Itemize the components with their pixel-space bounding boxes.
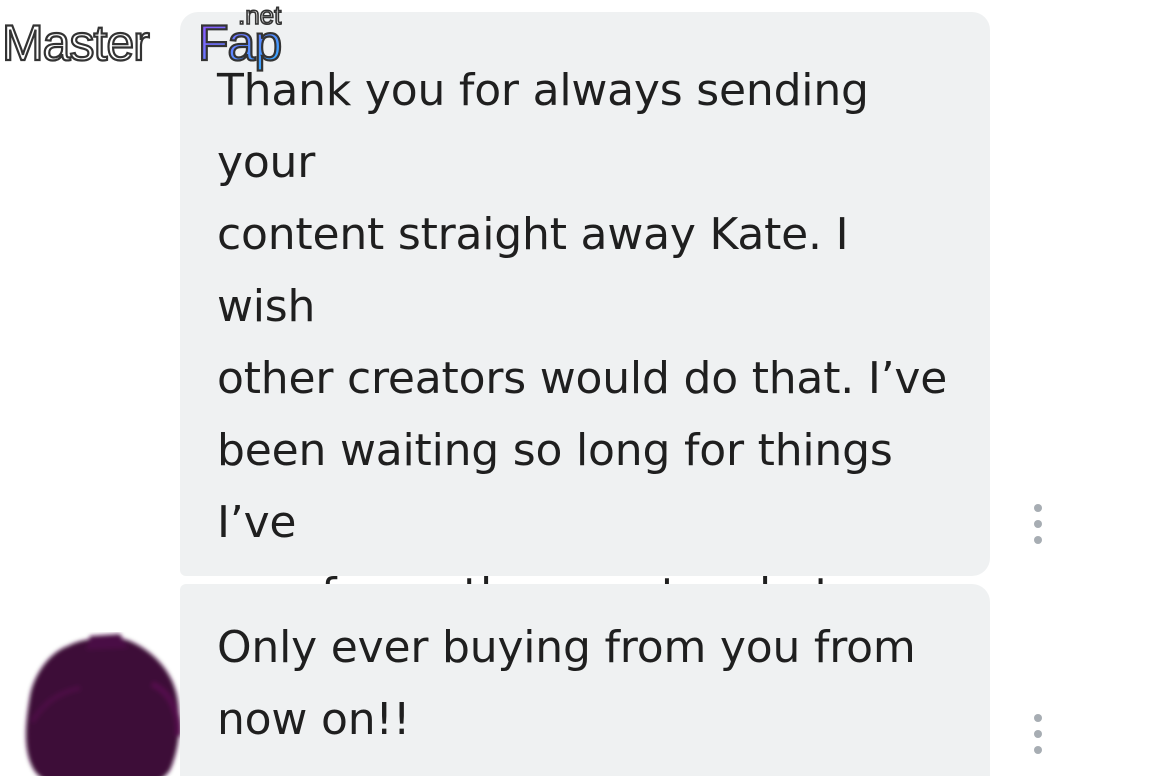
svg-text:.net: .net (238, 0, 282, 30)
chat-screen: Thank you for always sending your conten… (0, 0, 1170, 776)
watermark-logo: Master Fap .net (0, 0, 310, 75)
svg-text:Master: Master (2, 15, 149, 71)
scribbled-avatar-icon (26, 634, 182, 776)
avatar[interactable] (20, 632, 184, 776)
vertical-ellipsis-icon[interactable] (1028, 714, 1048, 754)
vertical-ellipsis-icon[interactable] (1028, 504, 1048, 544)
message-bubble[interactable]: Only ever buying from you from now on!! (180, 584, 990, 776)
message-bubble[interactable]: Thank you for always sending your conten… (180, 12, 990, 764)
message-text: Only ever buying from you from now on!! (217, 622, 916, 745)
